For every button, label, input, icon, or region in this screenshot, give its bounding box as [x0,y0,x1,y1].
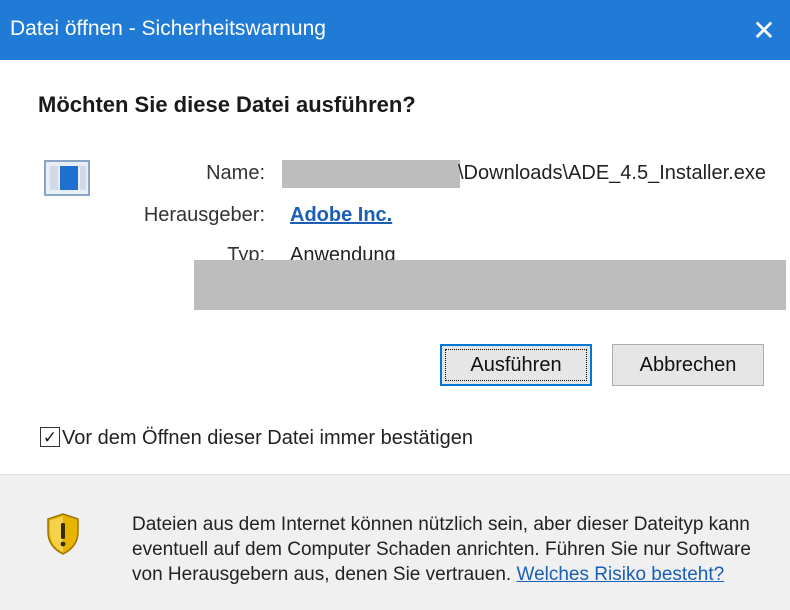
window-title: Datei öffnen - Sicherheitswarnung [10,17,326,40]
warning-line-3-wrapper: von Herausgebern aus, denen Sie vertraue… [132,562,782,587]
warning-line-3: von Herausgebern aus, denen Sie vertraue… [132,564,512,585]
title-bar: Datei öffnen - Sicherheitswarnung ✕ [0,0,790,60]
cancel-button[interactable]: Abbrechen [612,344,764,386]
warning-line-2: eventuell auf dem Computer Schaden anric… [132,539,751,560]
application-icon [44,160,90,196]
dialog-question: Möchten Sie diese Datei ausführen? [38,92,416,117]
always-ask-checkbox[interactable]: ✓ [40,427,60,447]
warning-line-1: Dateien aus dem Internet können nützlich… [132,514,750,535]
name-label: Name: [206,162,265,184]
close-icon: ✕ [752,14,776,46]
run-button[interactable]: Ausführen [440,344,592,386]
redacted-path-segment [282,160,460,188]
checkmark-icon: ✓ [42,427,58,447]
focus-rectangle [445,349,587,381]
shield-warning-icon [47,513,79,555]
publisher-label: Herausgeber: [143,204,265,226]
risk-info-link[interactable]: Welches Risiko besteht? [516,564,724,585]
cancel-button-label: Abbrechen [639,353,737,376]
close-button[interactable]: ✕ [738,0,790,60]
publisher-link[interactable]: Adobe Inc. [290,204,392,227]
always-ask-label[interactable]: Vor dem Öffnen dieser Datei immer bestät… [62,427,473,450]
warning-text: Dateien aus dem Internet können nützlich… [132,512,782,587]
file-name-value: \Downloads\ADE_4.5_Installer.exe [458,162,766,184]
redacted-info-block [194,260,786,310]
